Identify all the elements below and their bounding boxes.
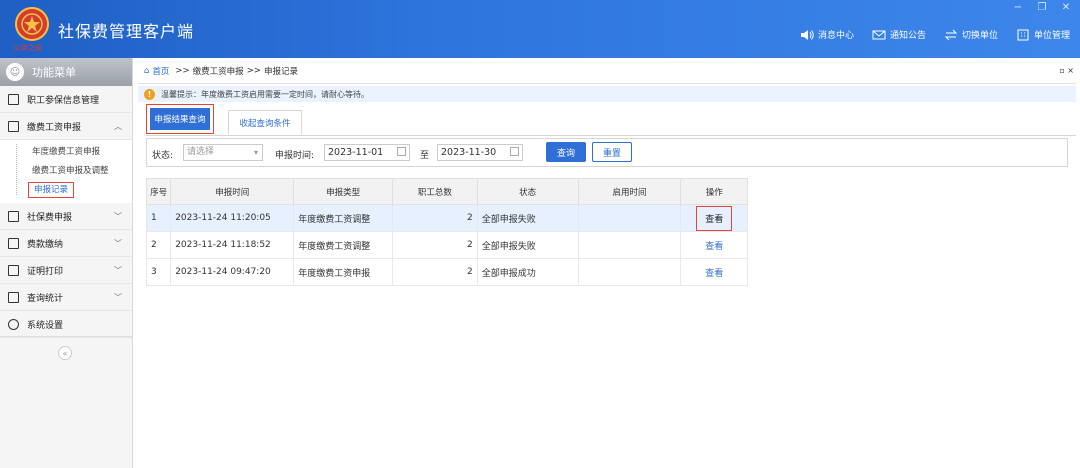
sidebar-item-staff-info[interactable]: 职工参保信息管理 [0,86,132,113]
col-header: 操作 [680,178,748,205]
breadcrumb-home-link[interactable]: 首页 [152,65,169,77]
sidebar-item-social-fee[interactable]: 社保费申报 ﹀ [0,203,132,230]
submenu-wage-declare: 年度缴费工资申报 缴费工资申报及调整 申报记录 [0,140,132,203]
date-from-input[interactable]: 2023-11-01 [324,144,410,161]
emblem-logo-icon [15,7,49,41]
tab-collapse-query[interactable]: 收起查询条件 [228,110,302,135]
col-header: 状态 [476,178,579,205]
nav-message-center[interactable]: 消息中心 [800,28,854,41]
col-header: 申报时间 [170,178,295,205]
view-link[interactable]: 查看 [696,205,733,231]
chevron-down-icon: ﹀ [114,266,122,275]
switch-icon [944,29,958,40]
nav-unit-manage[interactable]: 单位管理 [1016,28,1070,41]
document-icon [8,210,19,222]
chevron-up-icon: ︿ [114,122,122,131]
sidebar-item-wage-declare[interactable]: 缴费工资申报 ︿ [0,113,132,140]
mail-icon [872,30,886,39]
minimize-button[interactable]: − [1012,2,1024,13]
status-label: 状态: [152,151,174,161]
sidebar-divider [0,336,133,337]
sidebar: ☺ 功能菜单 职工参保信息管理 缴费工资申报 ︿ 年度缴费工资申报 缴费工资申报… [0,58,133,468]
payment-icon [8,237,19,249]
restore-button[interactable]: ❐ [1036,2,1048,13]
table-header-row: 序号 申报时间 申报类型 职工总数 状态 启用时间 操作 [145,178,748,205]
edit-icon [8,120,19,132]
view-link[interactable]: 查看 [705,269,723,279]
breadcrumb-level2: 申报记录 [263,66,298,77]
sidebar-item-stats[interactable]: 查询统计 ﹀ [0,284,132,311]
close-window-button[interactable]: ✕ [1060,2,1072,13]
sidebar-item-settings[interactable]: 系统设置 [0,311,132,338]
calendar-icon[interactable] [397,147,406,156]
home-icon: ⌂ [144,65,150,76]
nav-notice[interactable]: 通知公告 [872,28,926,41]
panel-close-controls[interactable]: ▫ × [1059,66,1074,75]
speaker-icon [800,29,814,40]
logo-subtext: 公务之窗 [14,44,42,52]
view-link[interactable]: 查看 [705,242,723,252]
breadcrumb: ⌂ 首页 >> 缴费工资申报 >> 申报记录 [138,58,1076,84]
building-icon [1017,29,1029,40]
table-row[interactable]: 3 2023-11-24 09:47:20 年度缴费工资申报 2 全部申报成功 … [145,258,748,286]
window-controls: − ❐ ✕ [1012,2,1072,13]
chevron-down-icon: ﹀ [114,239,122,248]
nav-switch-unit[interactable]: 切换单位 [944,28,998,41]
date-to-input[interactable]: 2023-11-30 [437,144,523,161]
col-header: 职工总数 [392,178,478,205]
chevron-down-icon: ﹀ [114,212,122,221]
sidebar-item-payment[interactable]: 费款缴纳 ﹀ [0,230,132,257]
to-label: 至 [420,151,430,161]
gear-icon [8,318,19,330]
notice-text: 温馨提示：年度缴费工资启用需要一定时间，请耐心等待。 [161,89,369,99]
breadcrumb-level1: 缴费工资申报 [192,66,244,77]
top-nav: 消息中心 通知公告 切换单位 单位管理 [800,28,1070,41]
reset-button[interactable]: 重置 [592,142,632,162]
tab-declare-result-query[interactable]: 申报结果查询 [150,108,210,130]
highlight-box: 申报结果查询 [146,104,214,134]
notice-bar: ! 温馨提示：年度缴费工资启用需要一定时间，请耐心等待。 [138,86,1076,102]
sidebar-subitem-declare-adjust[interactable]: 缴费工资申报及调整 [18,162,132,181]
chevron-down-icon: ﹀ [114,293,122,302]
date-label: 申报时间: [275,151,315,161]
filter-bar: 状态: 请选择 ▾ 申报时间: 2023-11-01 至 2023-11-30 … [146,138,1068,167]
menu-icon: ☺ [6,63,24,81]
print-icon [8,264,19,276]
calendar-icon[interactable] [510,147,519,156]
sidebar-subitem-annual-declare[interactable]: 年度缴费工资申报 [18,143,132,162]
chart-icon [8,291,19,303]
warning-icon: ! [144,88,155,100]
list-icon [8,93,19,105]
collapse-sidebar-button[interactable]: « [58,346,72,360]
sidebar-item-print[interactable]: 证明打印 ﹀ [0,257,132,284]
chevron-down-icon: ▾ [253,148,258,157]
query-button[interactable]: 查询 [546,142,586,162]
sidebar-header: ☺ 功能菜单 [0,58,132,86]
sidebar-subitem-declare-records[interactable]: 申报记录 [18,181,132,200]
table-row[interactable]: 2 2023-11-24 11:18:52 年度缴费工资调整 2 全部申报失败 … [145,231,748,259]
tab-divider [146,135,1076,136]
table-row[interactable]: 1 2023-11-24 11:20:05 年度缴费工资调整 2 全部申报失败 … [145,204,748,232]
records-table: 序号 申报时间 申报类型 职工总数 状态 启用时间 操作 1 2023-11-2… [145,178,748,286]
app-title: 社保费管理客户端 [58,22,195,41]
main-panel: ⌂ 首页 >> 缴费工资申报 >> 申报记录 ▫ × ! 温馨提示：年度缴费工资… [138,58,1080,468]
col-header: 申报类型 [293,178,394,205]
title-bar: 公务之窗 社保费管理客户端 − ❐ ✕ 消息中心 通知公告 切换单位 单位管理 [0,0,1080,58]
col-header: 序号 [145,178,172,205]
status-select[interactable]: 请选择 ▾ [183,144,263,161]
col-header: 启用时间 [577,178,682,205]
